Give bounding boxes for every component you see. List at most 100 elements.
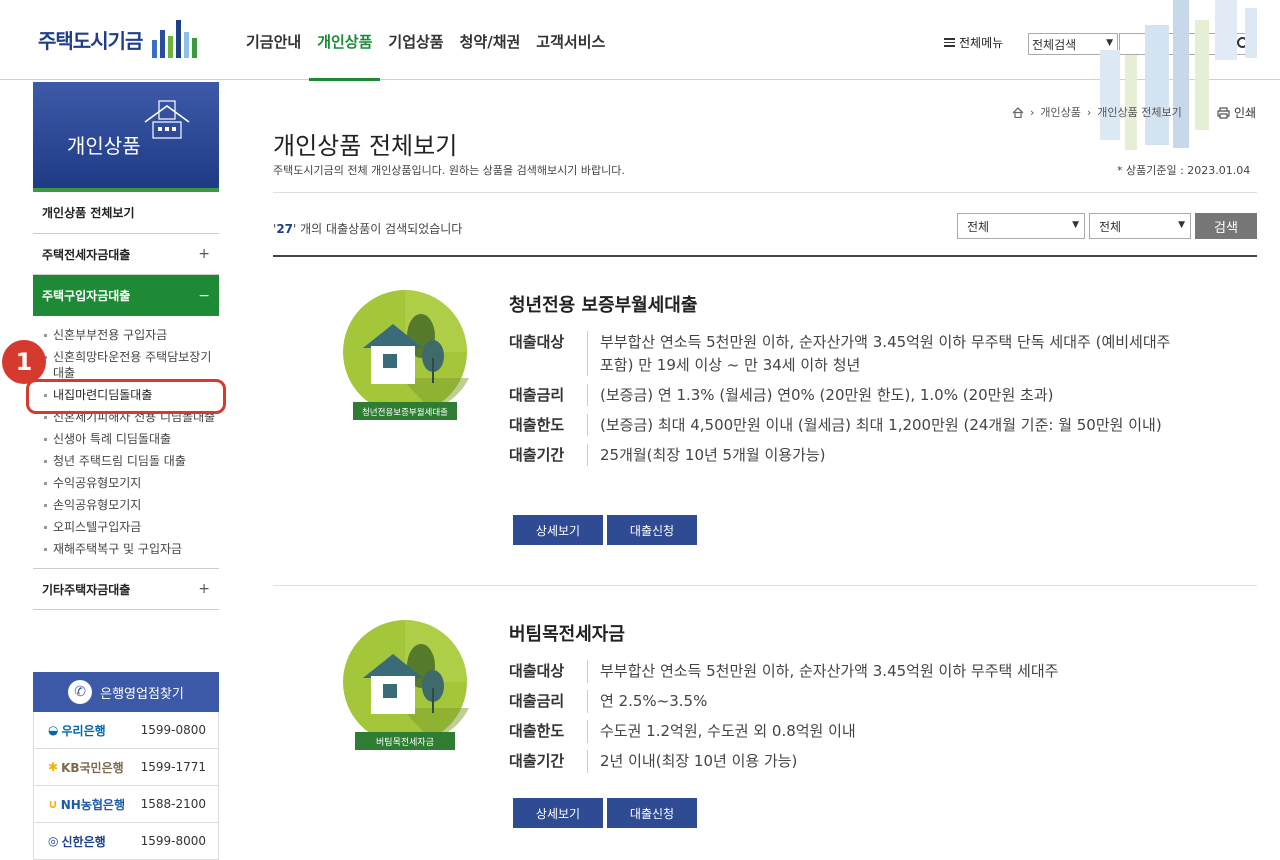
sidebar-item-other-loan[interactable]: 기타주택자금대출 + [33, 569, 219, 610]
bank-logo-icon: ✱ [48, 760, 59, 774]
nav-fund-info[interactable]: 기금안내 [238, 0, 309, 80]
expand-icon: + [198, 581, 210, 597]
logo-text: 주택도시기금 [38, 28, 143, 53]
bank-row[interactable]: ✱ KB국민은행 1599-1771 [33, 749, 219, 786]
nav-subscription-bonds[interactable]: 청약/채권 [452, 0, 529, 80]
row-key: 대출한도 [509, 722, 565, 740]
row-key: 대출금리 [509, 385, 565, 404]
divider [273, 585, 1257, 586]
row-key: 대출대상 [509, 662, 565, 680]
sidebar-submenu: 신혼부부전용 구입자금 신혼희망타운전용 주택담보장기대출 내집마련디딤돌대출 … [33, 316, 219, 569]
filter-select-2[interactable]: 전체 ▼ [1089, 213, 1191, 239]
bank-logo-icon: ∪ [48, 797, 58, 811]
search-scope-value: 전체검색 [1032, 37, 1077, 52]
chevron-down-icon: ▼ [1106, 38, 1113, 48]
site-logo[interactable]: 주택도시기금 [38, 20, 198, 58]
nav-corporate-products[interactable]: 기업상품 [380, 0, 451, 80]
row-key: 대출기간 [509, 752, 565, 770]
all-menu-button[interactable]: 전체메뉴 [944, 34, 1003, 51]
detail-button[interactable]: 상세보기 [513, 798, 603, 828]
search-scope-select[interactable]: 전체검색 ▼ [1028, 33, 1118, 55]
sidebar-item-label: 개인상품 전체보기 [42, 206, 135, 220]
nav-customer-service[interactable]: 고객서비스 [528, 0, 613, 80]
sidebar-visual: 개인상품 [33, 82, 219, 192]
search-button[interactable]: 검색 [1195, 213, 1257, 239]
detail-button[interactable]: 상세보기 [513, 515, 603, 545]
sidebar-subitem[interactable]: 신혼부부전용 구입자금 [43, 324, 219, 346]
bank-row[interactable]: ∪ NH농협은행 1588-2100 [33, 786, 219, 823]
row-value: 부부합산 연소득 5천만원 이하, 순자산가액 3.45억원 이하 무주택 세대… [587, 660, 1058, 683]
kb-bank-logo: ✱ KB국민은행 [48, 760, 124, 775]
sidebar-item-label: 기타주택자금대출 [42, 582, 131, 597]
apply-loan-button[interactable]: 대출신청 [607, 515, 697, 545]
sidebar-item-jeonse-loan[interactable]: 주택전세자금대출 + [33, 234, 219, 275]
printer-icon [1217, 106, 1230, 119]
nh-bank-logo: ∪ NH농협은행 [48, 797, 125, 812]
sidebar-item-label: 주택전세자금대출 [42, 247, 131, 262]
row-key: 대출금리 [509, 692, 565, 710]
product-row: 대출기간 2년 이내(최장 10년 이용 가능) [509, 750, 1249, 773]
row-value: 25개월(최장 10년 5개월 이용가능) [587, 443, 826, 466]
breadcrumb-item[interactable]: 개인상품 전체보기 [1097, 104, 1181, 120]
breadcrumb: › 개인상품 › 개인상품 전체보기 [1012, 104, 1182, 120]
sidebar-item-label: 주택구입자금대출 [42, 289, 131, 303]
result-count-text: '27' 개의 대출상품이 검색되었습니다 [273, 222, 463, 236]
bank-phone: 1599-0800 [140, 723, 206, 737]
row-value: 부부합산 연소득 5천만원 이하, 순자산가액 3.45억원 이하 무주택 단독… [587, 331, 1187, 376]
result-count: 27 [276, 222, 294, 236]
divider [273, 255, 1257, 257]
product-name[interactable]: 청년전용 보증부월세대출 [509, 291, 697, 317]
sidebar-subitem[interactable]: 재해주택복구 및 구입자금 [43, 538, 219, 560]
product-row: 대출대상 부부합산 연소득 5천만원 이하, 순자산가액 3.45억원 이하 무… [509, 660, 1249, 683]
bank-finder-header[interactable]: ✆ 은행영업점찾기 [33, 672, 219, 712]
product-badge-text: 버팀목전세자금 [376, 736, 434, 748]
all-menu-label: 전체메뉴 [959, 36, 1004, 50]
shinhan-bank-logo: ◎ 신한은행 [48, 834, 106, 849]
bank-row[interactable]: ◎ 신한은행 1599-8000 [33, 823, 219, 860]
sidebar-subitem[interactable]: 오피스텔구입자금 [43, 516, 219, 538]
collapse-icon: − [198, 287, 210, 304]
product-actions: 상세보기 대출신청 [513, 515, 697, 545]
filter-select-1[interactable]: 전체 ▼ [957, 213, 1085, 239]
breadcrumb-item[interactable]: 개인상품 [1040, 104, 1080, 120]
bank-finder: ✆ 은행영업점찾기 ◒ 우리은행 1599-0800 ✱ KB국민은행 1599-1… [33, 672, 219, 860]
bank-phone: 1588-2100 [140, 797, 206, 811]
filter-select-value: 전체 [967, 219, 990, 234]
product-house-image: 버팀목전세자금 [343, 620, 469, 750]
chevron-right-icon: › [1086, 105, 1092, 119]
chevron-down-icon: ▼ [1178, 220, 1185, 230]
home-icon[interactable] [1012, 106, 1024, 118]
sidebar-subitem[interactable]: 신생아 특례 디딤돌대출 [43, 428, 219, 450]
product-row: 대출대상 부부합산 연소득 5천만원 이하, 순자산가액 3.45억원 이하 무… [509, 331, 1249, 376]
logo-mark-icon [152, 20, 198, 58]
product-name[interactable]: 버팀목전세자금 [509, 620, 625, 646]
print-button[interactable]: 인쇄 [1217, 104, 1256, 121]
product-row: 대출기간 25개월(최장 10년 5개월 이용가능) [509, 443, 1249, 466]
sidebar-title: 개인상품 [67, 134, 141, 158]
sidebar-subitem[interactable]: 수익공유형모기지 [43, 472, 219, 494]
row-key: 대출한도 [509, 415, 565, 434]
product-base-date: * 상품기준일 : 2023.01.04 [1117, 164, 1251, 177]
row-value: 수도권 1.2억원, 수도권 외 0.8억원 이내 [587, 720, 856, 743]
row-key: 대출대상 [509, 333, 565, 351]
product-card: 청년전용보증부월세대출 청년전용 보증부월세대출 대출대상 부부합산 연소득 5… [273, 280, 1257, 580]
product-row: 대출한도 수도권 1.2억원, 수도권 외 0.8억원 이내 [509, 720, 1249, 743]
apply-loan-button[interactable]: 대출신청 [607, 798, 697, 828]
row-key: 대출기간 [509, 445, 565, 464]
phone-icon: ✆ [68, 680, 93, 704]
hamburger-icon [944, 38, 955, 47]
sidebar-subitem[interactable]: 청년 주택드림 디딤돌 대출 [43, 450, 219, 472]
page-title: 개인상품 전체보기 [273, 132, 458, 160]
chevron-right-icon: › [1030, 105, 1035, 119]
product-actions: 상세보기 대출신청 [513, 798, 697, 828]
annotation-number-badge: 1 [2, 340, 46, 384]
main-nav: 기금안내 개인상품 기업상품 청약/채권 고객서비스 [238, 0, 613, 81]
search-icon[interactable] [1236, 36, 1252, 52]
nav-personal-products[interactable]: 개인상품 [309, 0, 381, 81]
sidebar-subitem[interactable]: 손익공유형모기지 [43, 494, 219, 516]
sidebar-item-all-products[interactable]: 개인상품 전체보기 [33, 192, 219, 234]
product-card: 버팀목전세자금 버팀목전세자금 대출대상 부부합산 연소득 5천만원 이하, 순… [273, 608, 1257, 848]
sidebar-item-purchase-loan[interactable]: 주택구입자금대출 − [33, 275, 219, 316]
bank-row[interactable]: ◒ 우리은행 1599-0800 [33, 712, 219, 749]
product-row: 대출한도 (보증금) 최대 4,500만원 이내 (월세금) 최대 1,200만… [509, 413, 1249, 436]
